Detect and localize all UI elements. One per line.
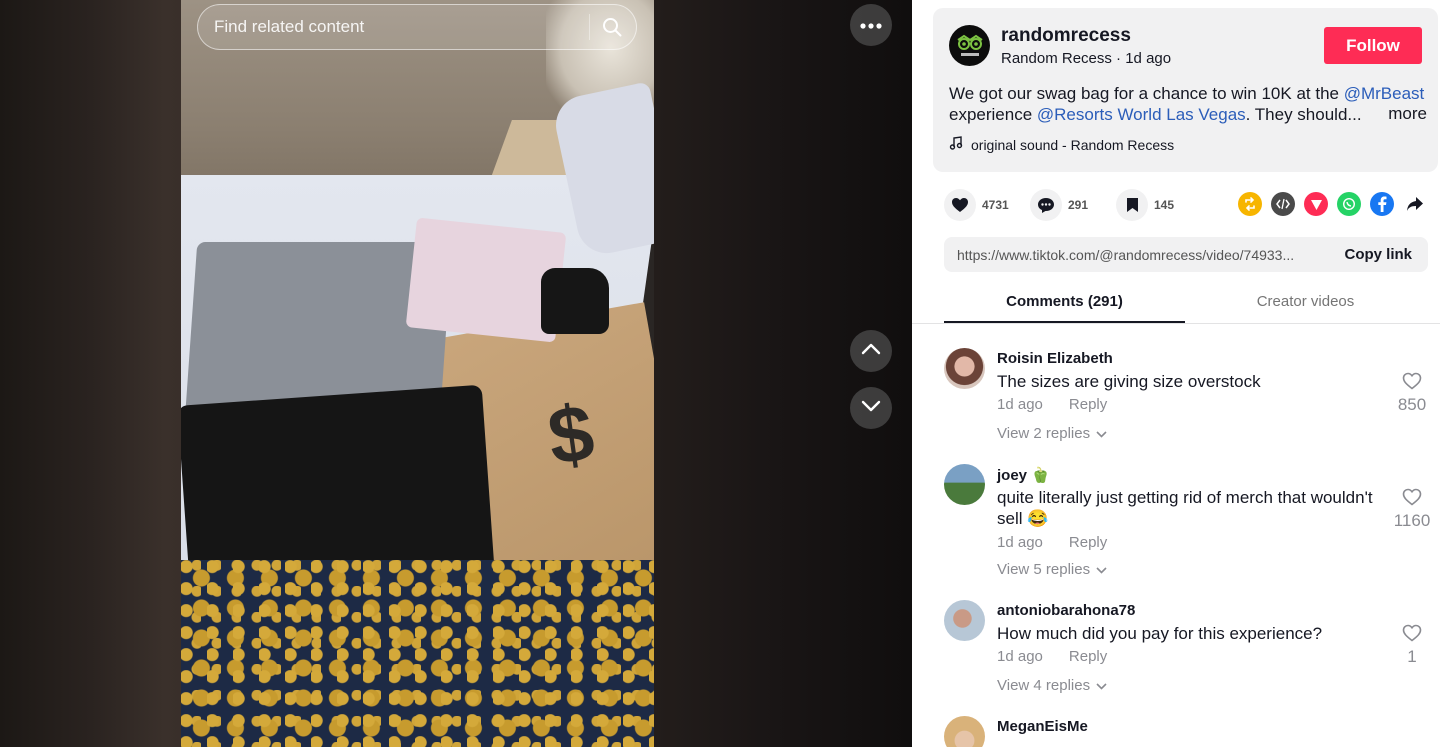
search-icon[interactable] bbox=[602, 17, 622, 37]
comment-like-count: 1160 bbox=[1393, 511, 1431, 530]
comment-time: 1d ago bbox=[997, 648, 1043, 665]
comment-text: The sizes are giving size overstock bbox=[997, 372, 1261, 391]
tab-creator-videos[interactable]: Creator videos bbox=[1185, 284, 1426, 323]
video-scene-hat bbox=[541, 268, 609, 334]
chevron-down-icon bbox=[1096, 677, 1107, 694]
ellipsis-icon bbox=[860, 16, 882, 34]
more-options-button[interactable] bbox=[850, 4, 892, 46]
comment-like[interactable]: 1160 bbox=[1386, 488, 1438, 531]
comment-like[interactable]: 850 bbox=[1386, 372, 1438, 415]
comment-username[interactable]: Roisin Elizabeth bbox=[997, 350, 1113, 367]
send-to-friends-icon[interactable] bbox=[1304, 192, 1328, 216]
video-scene-carpet bbox=[181, 560, 654, 747]
like-action[interactable]: 4731 bbox=[944, 189, 1012, 221]
avatar[interactable] bbox=[944, 464, 985, 505]
view-replies-button[interactable]: View 4 replies bbox=[997, 677, 1107, 694]
previous-video-button[interactable] bbox=[850, 330, 892, 372]
next-video-button[interactable] bbox=[850, 387, 892, 429]
avatar[interactable] bbox=[944, 348, 985, 389]
music-note-icon bbox=[949, 136, 963, 153]
comment-action[interactable]: 291 bbox=[1030, 189, 1098, 221]
copy-link-button[interactable]: Copy link bbox=[1344, 246, 1412, 263]
chevron-down-icon bbox=[1096, 425, 1107, 442]
heart-outline-icon[interactable] bbox=[1402, 488, 1422, 510]
like-count: 4731 bbox=[982, 198, 1009, 212]
chevron-up-icon bbox=[861, 342, 881, 360]
comment-like-count: 850 bbox=[1397, 395, 1427, 414]
author-card: randomrecess Random Recess · 1d ago Foll… bbox=[933, 8, 1438, 172]
sound-link[interactable]: original sound - Random Recess bbox=[949, 136, 1174, 153]
author-avatar[interactable] bbox=[949, 25, 990, 66]
view-replies-button[interactable]: View 5 replies bbox=[997, 561, 1107, 578]
description-text-1: We got our swag bag for a chance to win … bbox=[949, 84, 1344, 103]
comment-text: How much did you pay for this experience… bbox=[997, 624, 1323, 643]
comment-username[interactable]: joey 🫑 bbox=[997, 466, 1050, 484]
video-frame[interactable]: $ bbox=[181, 0, 654, 747]
comment-tabs: Comments (291) Creator videos bbox=[912, 284, 1440, 324]
side-panel: randomrecess Random Recess · 1d ago Foll… bbox=[912, 0, 1440, 747]
video-link-url[interactable]: https://www.tiktok.com/@randomrecess/vid… bbox=[957, 247, 1330, 263]
comment-meta: 1d ago Reply bbox=[997, 396, 1107, 413]
avatar[interactable] bbox=[944, 716, 985, 747]
reply-button[interactable]: Reply bbox=[1069, 648, 1107, 665]
comment-like-count: 1 bbox=[1407, 647, 1417, 666]
owl-logo-icon bbox=[956, 34, 983, 56]
comment-time: 1d ago bbox=[997, 396, 1043, 413]
mention-mrbeast[interactable]: @MrBeast bbox=[1344, 84, 1425, 103]
heart-icon[interactable] bbox=[944, 189, 976, 221]
video-player-area[interactable]: $ bbox=[0, 0, 912, 747]
sound-name: original sound - Random Recess bbox=[971, 136, 1175, 153]
comment-username[interactable]: antoniobarahona78 bbox=[997, 602, 1135, 619]
search-input[interactable] bbox=[214, 17, 577, 37]
heart-outline-icon[interactable] bbox=[1402, 372, 1422, 394]
save-count: 145 bbox=[1154, 198, 1175, 212]
search-box[interactable] bbox=[197, 4, 637, 50]
comment-username[interactable]: MeganEisMe bbox=[997, 718, 1088, 735]
reply-button[interactable]: Reply bbox=[1069, 534, 1107, 551]
embed-code-icon[interactable] bbox=[1271, 192, 1295, 216]
view-replies-label: View 2 replies bbox=[997, 425, 1091, 442]
mention-resorts-world[interactable]: @Resorts World Las Vegas bbox=[1037, 105, 1246, 124]
author-username[interactable]: randomrecess bbox=[1001, 25, 1131, 47]
video-link-box: https://www.tiktok.com/@randomrecess/vid… bbox=[944, 237, 1428, 272]
search-divider bbox=[589, 14, 590, 40]
save-action[interactable]: 145 bbox=[1116, 189, 1184, 221]
view-replies-button[interactable]: View 2 replies bbox=[997, 425, 1107, 442]
follow-button[interactable]: Follow bbox=[1324, 27, 1422, 64]
facebook-icon[interactable] bbox=[1370, 192, 1394, 216]
share-arrow-icon[interactable] bbox=[1403, 192, 1427, 216]
comment-bubble-icon[interactable] bbox=[1030, 189, 1062, 221]
comment-time: 1d ago bbox=[997, 534, 1043, 551]
reply-button[interactable]: Reply bbox=[1069, 396, 1107, 413]
author-meta: Random Recess · 1d ago bbox=[1001, 50, 1172, 67]
comment-text: quite literally just getting rid of merc… bbox=[997, 488, 1373, 528]
comment-like[interactable]: 1 bbox=[1386, 624, 1438, 667]
description-text-3: . They should... bbox=[1245, 105, 1362, 124]
view-replies-label: View 4 replies bbox=[997, 677, 1091, 694]
bookmark-icon[interactable] bbox=[1116, 189, 1148, 221]
heart-outline-icon[interactable] bbox=[1402, 624, 1422, 646]
description-text-2: experience bbox=[949, 105, 1037, 124]
avatar[interactable] bbox=[944, 600, 985, 641]
comment-meta: 1d ago Reply bbox=[997, 534, 1107, 551]
share-row bbox=[1238, 192, 1427, 216]
tab-comments[interactable]: Comments (291) bbox=[944, 284, 1185, 323]
view-replies-label: View 5 replies bbox=[997, 561, 1091, 578]
chevron-down-icon bbox=[1096, 561, 1107, 578]
more-link[interactable]: more bbox=[1388, 104, 1427, 125]
video-scene-dollar-print: $ bbox=[542, 387, 600, 482]
whatsapp-icon[interactable] bbox=[1337, 192, 1361, 216]
comment-count: 291 bbox=[1068, 198, 1089, 212]
comment-meta: 1d ago Reply bbox=[997, 648, 1107, 665]
chevron-down-icon bbox=[861, 399, 881, 417]
video-description: We got our swag bag for a chance to win … bbox=[949, 83, 1427, 125]
repost-icon[interactable] bbox=[1238, 192, 1262, 216]
